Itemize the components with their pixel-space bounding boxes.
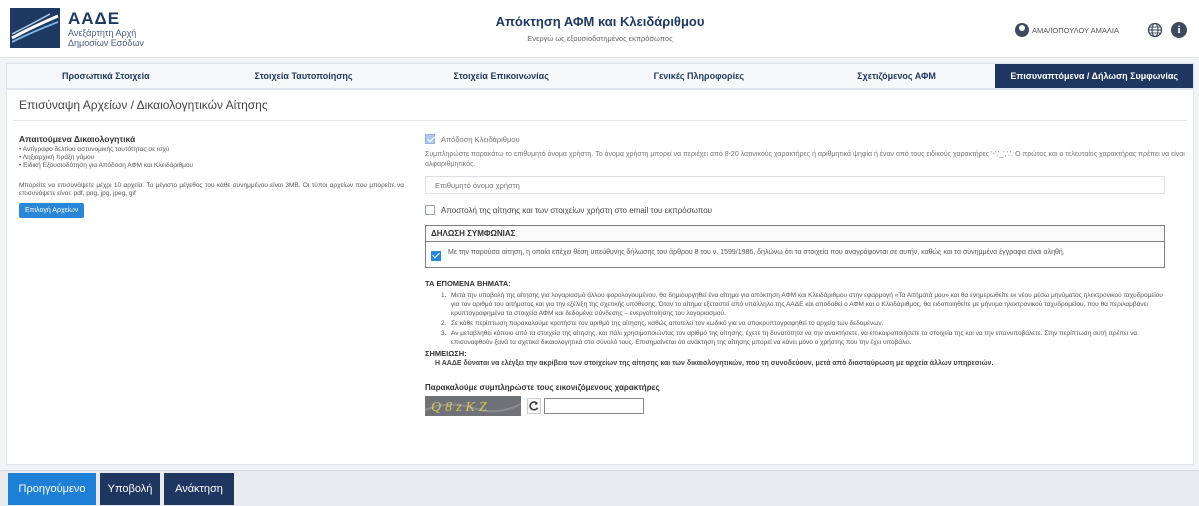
recover-button[interactable]: Ανάκτηση [164, 473, 234, 505]
assign-password-label: Απόδοση Κλειδάριθμου [441, 134, 520, 144]
agreement-checkbox[interactable] [431, 251, 441, 261]
next-steps-list: 1. Μετά την υποβολή της αίτησης για λογαρ… [425, 291, 1173, 347]
aade-logo-icon [10, 8, 60, 48]
user-menu[interactable]: ΑΜΑ/ΙΟΠΟΥΛΟΥ ΑΜΑΛΙΑ [1014, 22, 1119, 38]
captcha-row: Q8zKZ [425, 396, 1187, 416]
tab-personal[interactable]: Προσωπικά Στοιχεία [7, 64, 205, 88]
list-item: 1. Μετά την υποβολή της αίτησης για λογαρ… [441, 291, 1173, 318]
captcha-title: Παρακαλούμε συμπληρώστε τους εικονιζόμεν… [425, 383, 660, 392]
step-number: 1. [441, 292, 447, 299]
step-text: Μετά την υποβολή της αίτησης για λογαρια… [451, 292, 1163, 317]
list-item: 3. Αν μεταβληθεί κάποιο από τα στοιχεία τ… [441, 329, 1173, 347]
agreement-text: Με την παρούσα αίτηση, η οποία επέχει θέ… [448, 249, 1065, 256]
choose-files-button[interactable]: Επιλογή Αρχείων [19, 203, 85, 218]
app-title: Απόκτηση ΑΦΜ και Κλειδάριθμου [495, 14, 705, 29]
agreement-title: ΔΗΛΩΣΗ ΣΥΜΦΩΝΙΑΣ [426, 226, 1164, 242]
step-number: 3. [441, 330, 447, 337]
next-steps-title: ΤΑ ΕΠΟΜΕΝΑ ΒΗΜΑΤΑ: [425, 279, 511, 288]
footer: Προηγούμενο Υποβολή Ανάκτηση [0, 470, 1199, 506]
tab-attachments[interactable]: Επισυναπτόμενα / Δήλωση Συμφωνίας [995, 64, 1194, 88]
main-panel: Επισύναψη Αρχείων / Δικαιολογητικών Αίτη… [6, 89, 1194, 465]
captcha-input[interactable] [544, 398, 644, 414]
captcha-image: Q8zKZ [425, 396, 521, 416]
list-item: Ειδική Εξουσιοδότηση για Απόδοση ΑΦΜ και… [19, 162, 409, 170]
username-input[interactable] [425, 176, 1165, 194]
header: ΑΑΔΕ Ανεξάρτητη Αρχή Δημοσίων Εσόδων Από… [0, 0, 1199, 58]
user-name: ΑΜΑ/ΙΟΠΟΥΛΟΥ ΑΜΑΛΙΑ [1031, 25, 1119, 35]
captcha-text: Q8zKZ [431, 400, 491, 415]
brand-subtitle-line-2: Δημοσίων Εσόδων [68, 38, 144, 48]
list-item: Αντίγραφο δελτίου αστυνομικής ταυτότητας… [19, 146, 409, 154]
step-number: 2. [441, 320, 447, 327]
globe-icon[interactable] [1147, 22, 1163, 38]
step-text: Αν μεταβληθεί κάποιο από τα στοιχεία της… [451, 330, 1138, 346]
email-label: Αποστολή της αίτησης και των στοιχείων χ… [441, 205, 713, 215]
email-checkbox[interactable] [425, 205, 435, 215]
user-avatar-icon [1014, 23, 1029, 37]
email-row: Αποστολή της αίτησης και των στοιχείων χ… [425, 205, 1187, 215]
agreement-body: Με την παρούσα αίτηση, η οποία επέχει θέ… [426, 242, 1164, 267]
info-icon[interactable]: i [1171, 22, 1187, 38]
list-item: Ληξιαρχική πράξη γάμου [19, 154, 409, 162]
brand-subtitle: Ανεξάρτητη Αρχή Δημοσίων Εσόδων [68, 28, 144, 48]
previous-button[interactable]: Προηγούμενο [8, 473, 96, 505]
assign-password-row: Απόδοση Κλειδάριθμου [425, 134, 1187, 144]
step-text: Σε κάθε περίπτωση παρακαλούμε κρατήστε τ… [451, 320, 884, 327]
next-steps: ΤΑ ΕΠΟΜΕΝΑ ΒΗΜΑΤΑ: 1. Μετά την υποβολή τη… [425, 279, 1187, 367]
refresh-icon[interactable] [527, 398, 541, 414]
note-text: Η ΑΑΔΕ δύναται να ελέγξει την ακρίβεια τ… [435, 360, 994, 367]
submit-button[interactable]: Υποβολή [100, 473, 160, 505]
tab-related-afm[interactable]: Σχετιζόμενος ΑΦΜ [798, 64, 996, 88]
required-title: Απαιτούμενα Δικαιολογητικά [19, 134, 136, 144]
tab-contact[interactable]: Στοιχεία Επικοινωνίας [402, 64, 600, 88]
divider [13, 120, 1187, 121]
wizard-tabs: Προσωπικά Στοιχεία Στοιχεία Ταυτοποίησης… [6, 63, 1194, 89]
upload-note: Μπορείτε να επισυνάψετε μέχρι 10 αρχεία.… [19, 182, 404, 197]
brand-title: ΑΑΔΕ [68, 9, 121, 28]
note-title: ΣΗΜΕΙΩΣΗ: [425, 349, 467, 358]
assign-password-checkbox[interactable] [425, 134, 435, 144]
credentials-section: Απόδοση Κλειδάριθμου Συμπληρώστε παρακάτ… [425, 134, 1187, 416]
agreement-box: ΔΗΛΩΣΗ ΣΥΜΦΩΝΙΑΣ Με την παρούσα αίτηση, … [425, 225, 1165, 268]
required-documents: Απαιτούμενα Δικαιολογητικά Αντίγραφο δελ… [19, 134, 409, 218]
list-item: 2. Σε κάθε περίπτωση παρακαλούμε κρατήστε… [441, 319, 1173, 328]
tab-general-info[interactable]: Γενικές Πληροφορίες [600, 64, 798, 88]
tab-identification[interactable]: Στοιχεία Ταυτοποίησης [205, 64, 403, 88]
brand-subtitle-line-1: Ανεξάρτητη Αρχή [68, 28, 137, 38]
page-title: Επισύναψη Αρχείων / Δικαιολογητικών Αίτη… [19, 98, 268, 112]
username-help: Συμπληρώστε παρακάτω το επιθυμητό όνομα … [425, 151, 1185, 168]
required-list: Αντίγραφο δελτίου αστυνομικής ταυτότητας… [19, 146, 409, 170]
app-subtitle: Ενεργώ ως εξουσιοδοτημένος εκπρόσωπος [527, 34, 673, 43]
